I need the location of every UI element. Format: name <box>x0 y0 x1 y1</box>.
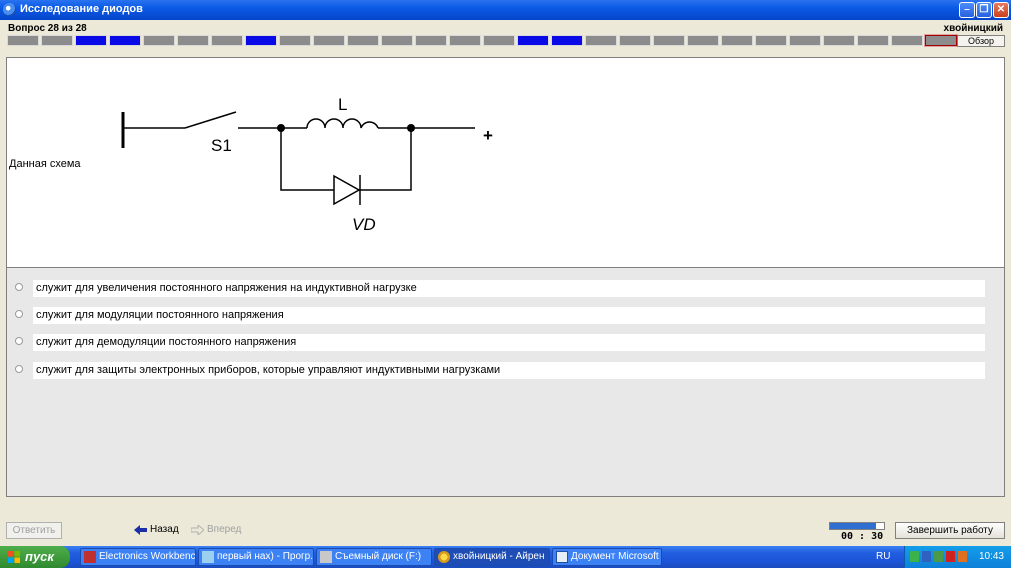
back-button[interactable]: Назад <box>134 524 179 535</box>
maximize-button[interactable]: ❐ <box>976 2 992 18</box>
question-cell-5[interactable] <box>143 35 175 46</box>
diode-triangle <box>333 174 361 206</box>
question-cell-19[interactable] <box>619 35 651 46</box>
question-panel: Данная схема L S1 VD + <box>6 57 1005 268</box>
start-button[interactable]: пуск <box>0 546 70 568</box>
radio-button[interactable] <box>15 310 23 318</box>
question-cell-15[interactable] <box>483 35 515 46</box>
question-cell-24[interactable] <box>789 35 821 46</box>
antivirus-icon[interactable] <box>946 551 955 562</box>
document-icon <box>202 551 214 563</box>
submit-answer-button[interactable]: Ответить <box>6 522 62 539</box>
drive-icon <box>320 551 332 563</box>
radio-button[interactable] <box>15 283 23 291</box>
forward-button[interactable]: Вперед <box>191 524 241 535</box>
question-cell-11[interactable] <box>347 35 379 46</box>
inductor-coil <box>306 118 379 129</box>
radio-button[interactable] <box>15 337 23 345</box>
answer-text[interactable]: служит для модуляции постоянного напряже… <box>33 307 985 324</box>
question-cell-16[interactable] <box>517 35 549 46</box>
question-cell-1[interactable] <box>7 35 39 46</box>
close-button[interactable]: ✕ <box>993 2 1009 18</box>
answer-text[interactable]: служит для демодуляции постоянного напря… <box>33 334 985 351</box>
question-cell-26[interactable] <box>857 35 889 46</box>
language-indicator[interactable]: RU <box>876 551 890 562</box>
app-icon <box>438 551 450 563</box>
question-cell-12[interactable] <box>381 35 413 46</box>
system-tray: 10:43 <box>904 546 1011 568</box>
question-cell-4[interactable] <box>109 35 141 46</box>
question-cell-8[interactable] <box>245 35 277 46</box>
network-icon[interactable] <box>910 551 919 562</box>
question-cell-13[interactable] <box>415 35 447 46</box>
taskbar: пуск Electronics Workbenc... первый нах)… <box>0 546 1011 568</box>
taskbar-item-program[interactable]: первый нах) - Прогр... <box>198 548 314 566</box>
safely-remove-icon[interactable] <box>934 551 943 562</box>
terminal-label: + <box>483 126 493 145</box>
question-cell-20[interactable] <box>653 35 685 46</box>
timer-readout: 00 : 30 <box>841 531 884 542</box>
answers-panel: служит для увеличения постоянного напряж… <box>6 268 1005 497</box>
answer-option-1[interactable]: служит для увеличения постоянного напряж… <box>15 280 987 297</box>
question-cell-27[interactable] <box>891 35 923 46</box>
question-cell-9[interactable] <box>279 35 311 46</box>
volume-icon[interactable] <box>922 551 931 562</box>
timer-progress <box>829 522 885 530</box>
question-cell-6[interactable] <box>177 35 209 46</box>
question-cell-25[interactable] <box>823 35 855 46</box>
arrow-left-icon <box>134 524 147 535</box>
answer-text[interactable]: служит для защиты электронных приборов, … <box>33 362 985 379</box>
question-cell-14[interactable] <box>449 35 481 46</box>
circuit-diagram: L S1 VD + <box>121 95 493 234</box>
answer-text[interactable]: служит для увеличения постоянного напряж… <box>33 280 985 297</box>
question-cell-18[interactable] <box>585 35 617 46</box>
question-cell-17[interactable] <box>551 35 583 46</box>
question-cell-21[interactable] <box>687 35 719 46</box>
diode-branch-wire <box>280 128 412 191</box>
finish-button[interactable]: Завершить работу <box>895 522 1005 539</box>
question-counter: Вопрос 28 из 28 <box>8 23 87 34</box>
question-cell-28[interactable] <box>924 34 958 47</box>
title-bar: Исследование диодов – ❐ ✕ <box>0 0 1011 20</box>
taskbar-item-removable-disk[interactable]: Съемный диск (F:) <box>316 548 432 566</box>
answer-option-4[interactable]: служит для защиты электронных приборов, … <box>15 362 987 379</box>
answer-option-2[interactable]: служит для модуляции постоянного напряже… <box>15 307 987 324</box>
timer-fill <box>830 523 876 529</box>
question-cell-23[interactable] <box>755 35 787 46</box>
question-cell-10[interactable] <box>313 35 345 46</box>
question-cell-3[interactable] <box>75 35 107 46</box>
question-cell-22[interactable] <box>721 35 753 46</box>
arrow-right-icon <box>191 524 204 535</box>
forward-label: Вперед <box>207 524 242 535</box>
radio-button[interactable] <box>15 365 23 373</box>
answer-option-3[interactable]: служит для демодуляции постоянного напря… <box>15 334 987 351</box>
user-name: хвойницкий <box>943 23 1003 34</box>
switch-lever <box>184 111 237 129</box>
switch-label: S1 <box>211 136 232 155</box>
clock: 10:43 <box>978 551 1004 562</box>
workbench-icon <box>84 551 96 563</box>
question-cell-2[interactable] <box>41 35 73 46</box>
app-icon <box>3 3 16 16</box>
minimize-button[interactable]: – <box>959 2 975 18</box>
question-progress-bar <box>7 34 959 47</box>
taskbar-item-workbench[interactable]: Electronics Workbenc... <box>80 548 196 566</box>
word-icon <box>556 551 568 563</box>
question-cell-7[interactable] <box>211 35 243 46</box>
start-label: пуск <box>25 549 54 564</box>
diode-label: VD <box>352 215 376 234</box>
review-button[interactable]: Обзор <box>957 35 1005 47</box>
inductor-label: L <box>338 95 347 114</box>
windows-logo-icon <box>8 551 20 563</box>
tray-app-icon[interactable] <box>958 551 967 562</box>
back-label: Назад <box>150 524 179 535</box>
window-title: Исследование диодов <box>20 3 143 15</box>
taskbar-item-test-app[interactable]: хвойницкий - Айрен <box>434 548 550 566</box>
taskbar-item-word-document[interactable]: Документ Microsoft ... <box>552 548 662 566</box>
